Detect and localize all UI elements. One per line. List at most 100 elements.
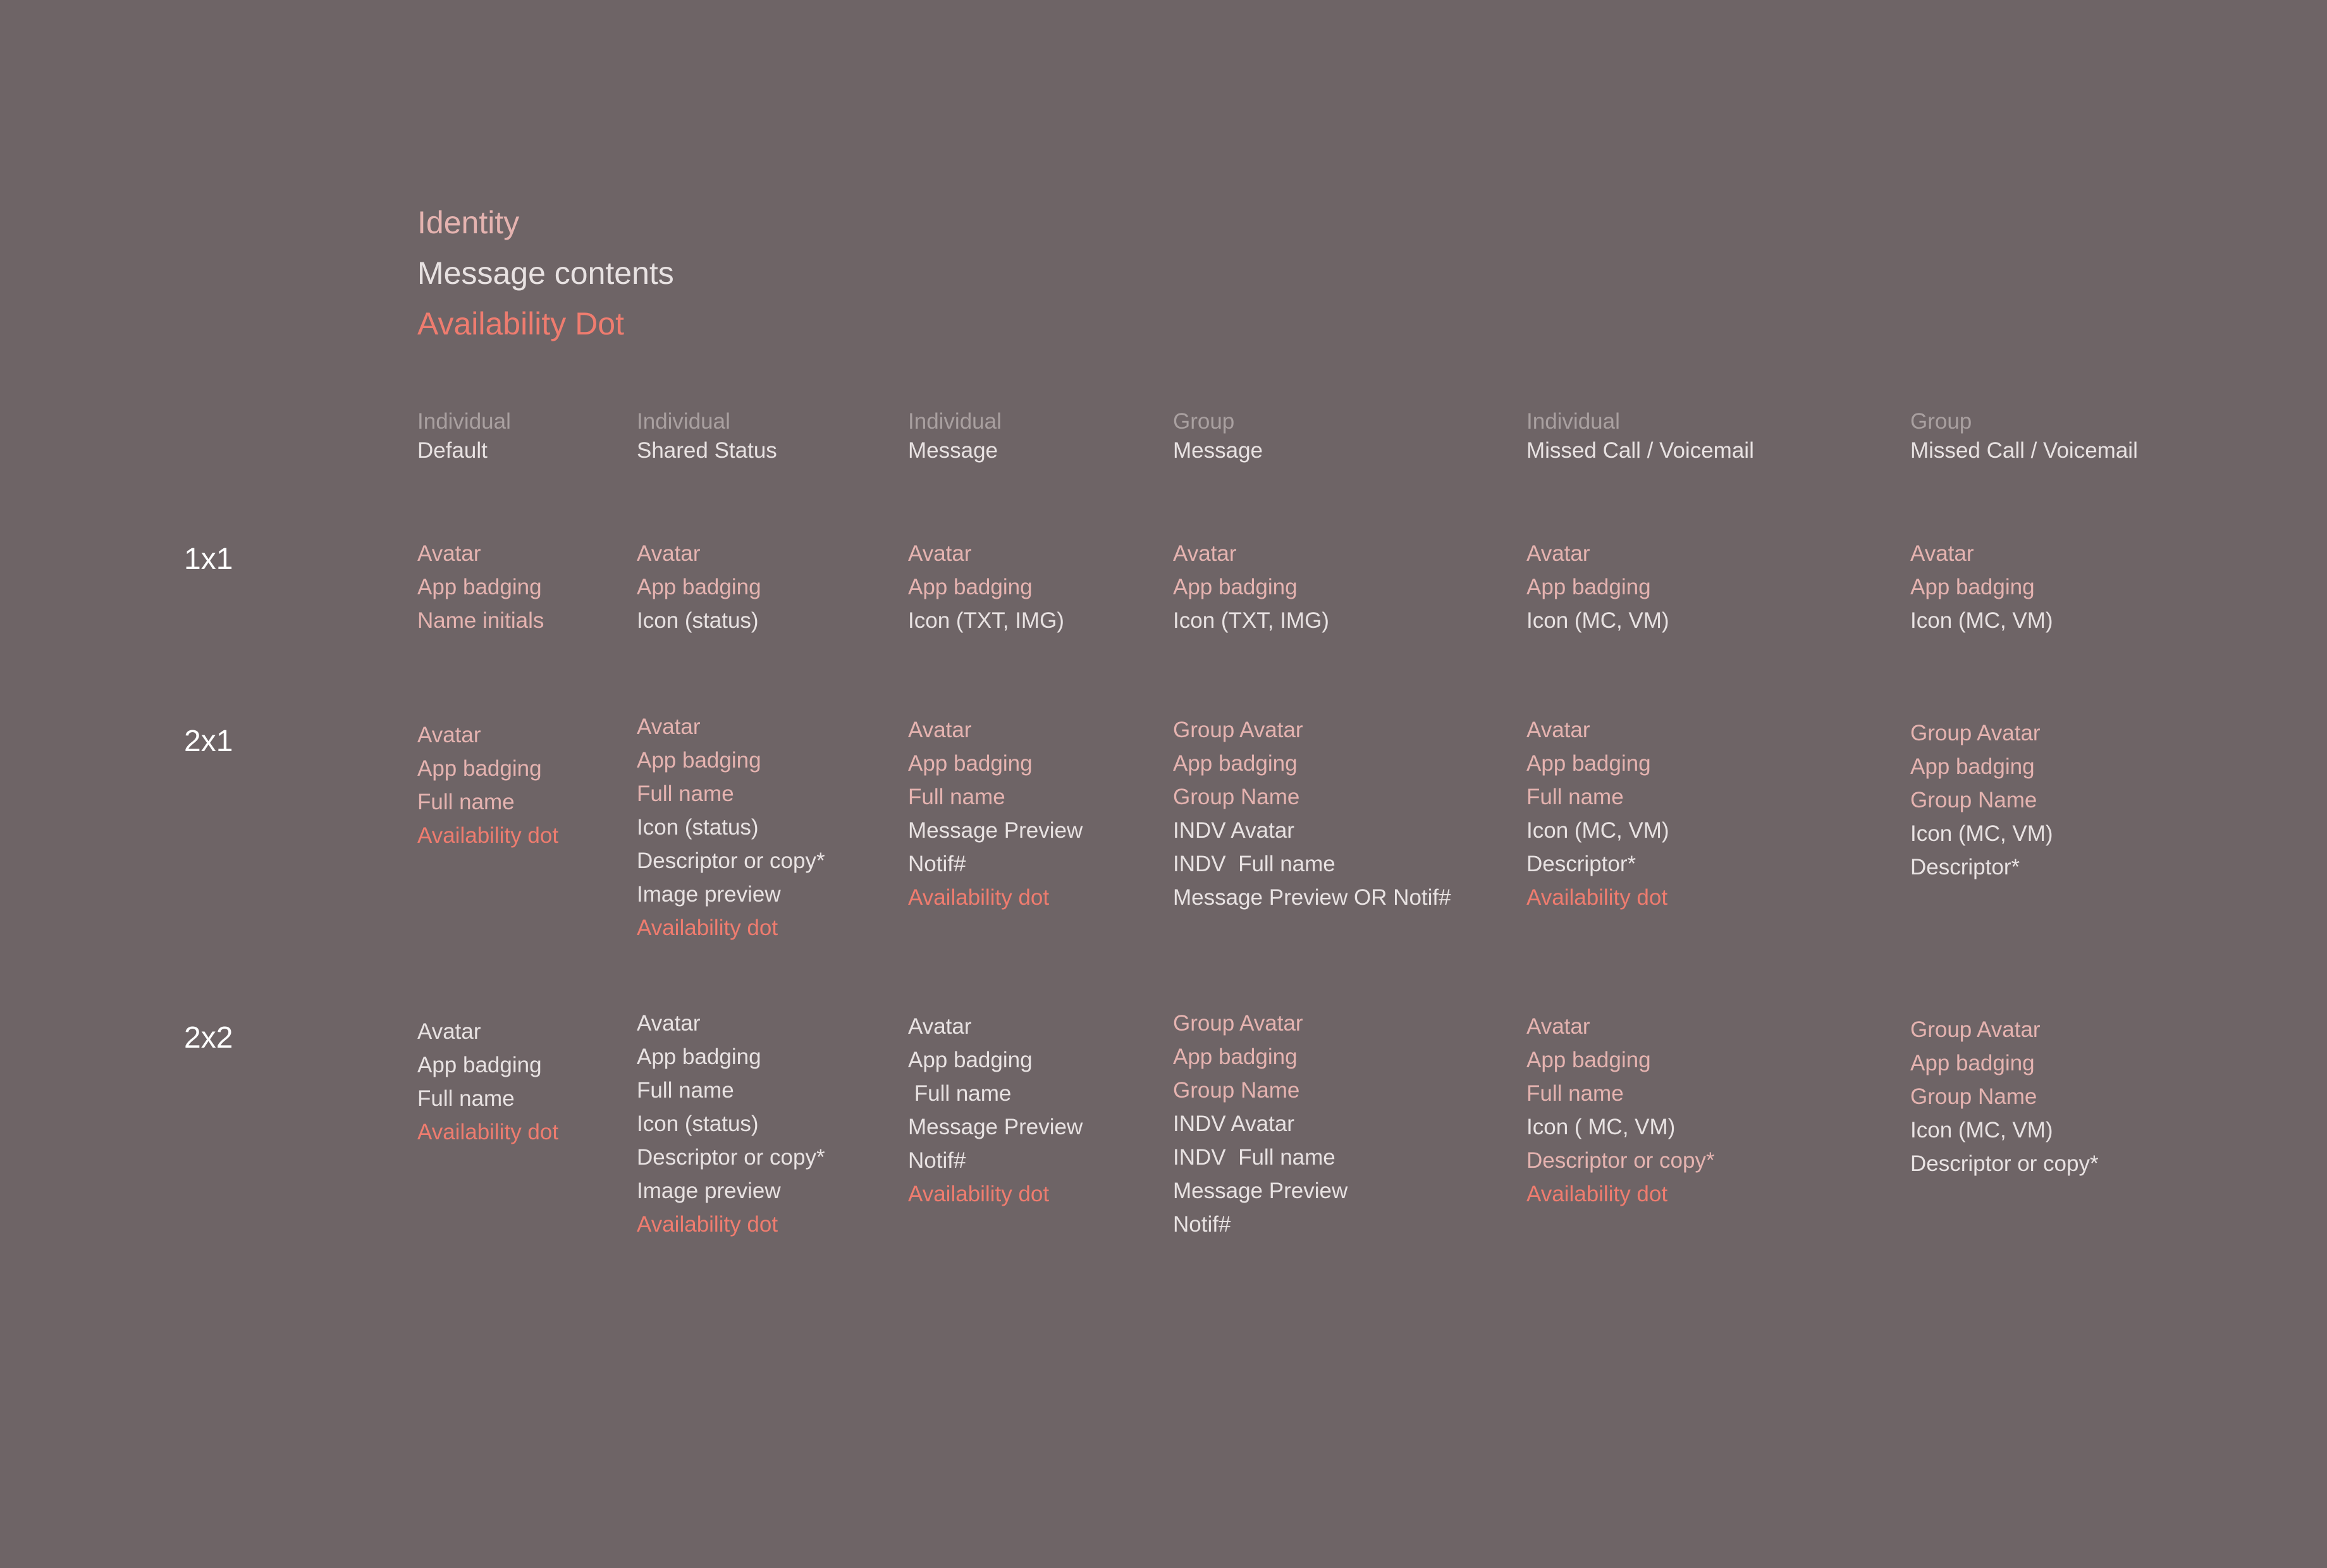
cell-item: Descriptor or copy* xyxy=(637,1145,825,1170)
column-type: Group xyxy=(1910,409,1972,434)
column-type: Group xyxy=(1173,409,1235,434)
column-type: Individual xyxy=(637,409,730,434)
cell-item: Group Avatar xyxy=(1910,721,2041,745)
column-header-group-missed-call: Group Missed Call / Voicemail xyxy=(1910,407,2138,465)
cell-item: Icon (MC, VM) xyxy=(1526,608,1669,633)
cell-item: Avatar xyxy=(637,1011,701,1036)
cell-item: Icon (TXT, IMG) xyxy=(1173,608,1329,633)
cell-item: App badging xyxy=(908,751,1033,776)
column-header-individual-message: Individual Message xyxy=(908,407,1002,465)
column-header-individual-missed-call: Individual Missed Call / Voicemail xyxy=(1526,407,1754,465)
cell-item: App badging xyxy=(1173,751,1298,776)
cell-item: Descriptor or copy* xyxy=(1526,1148,1715,1173)
cell-item: Icon (status) xyxy=(637,815,759,840)
cell-item: App badging xyxy=(417,575,542,599)
cell-item: Icon (status) xyxy=(637,608,759,633)
cell-item: Notif# xyxy=(1173,1212,1231,1237)
cell-item: Avatar xyxy=(1173,541,1237,566)
cell-2x2-col2: Avatar App badging Full name Icon (status) D… xyxy=(637,1007,825,1241)
column-header-individual-shared-status: Individual Shared Status xyxy=(637,407,777,465)
cell-2x1-col1: Avatar App badging Full name Availability d… xyxy=(417,718,558,852)
cell-item: App badging xyxy=(1173,1044,1298,1069)
column-header-individual-default: Individual Default xyxy=(417,407,511,465)
cell-item: Group Avatar xyxy=(1910,1017,2041,1042)
cell-item: App badging xyxy=(637,748,761,773)
cell-item: App badging xyxy=(1526,575,1651,599)
cell-item: Icon (MC, VM) xyxy=(1910,608,2053,633)
cell-1x1-col3: Avatar App badging Icon (TXT, IMG) xyxy=(908,537,1064,637)
cell-item: Full name xyxy=(1526,785,1624,809)
cell-item: Full name xyxy=(637,781,734,806)
cell-1x1-col4: Avatar App badging Icon (TXT, IMG) xyxy=(1173,537,1329,637)
cell-item: Full name xyxy=(908,1081,1012,1106)
cell-item: App badging xyxy=(908,575,1033,599)
cell-1x1-col5: Avatar App badging Icon (MC, VM) xyxy=(1526,537,1669,637)
cell-item: Availability dot xyxy=(637,1212,778,1237)
cell-item: App badging xyxy=(417,756,542,781)
cell-item: Availability dot xyxy=(417,1120,559,1144)
cell-2x1-col6: Group Avatar App badging Group Name Icon (M… xyxy=(1910,716,2053,884)
cell-item: Descriptor* xyxy=(1910,855,2020,879)
cell-item: Icon (TXT, IMG) xyxy=(908,608,1064,633)
cell-item: Descriptor or copy* xyxy=(637,848,825,873)
cell-item: Icon (MC, VM) xyxy=(1910,1118,2053,1142)
cell-item: Message Preview xyxy=(1173,1179,1348,1203)
cell-item: INDV Avatar xyxy=(1173,1112,1294,1136)
cell-item: App badging xyxy=(908,1048,1033,1072)
legend-identity: Identity xyxy=(417,205,520,240)
cell-2x2-col1: Avatar App badging Full name Availability d… xyxy=(417,1015,558,1149)
cell-item: Avatar xyxy=(637,541,701,566)
row-label-1x1: 1x1 xyxy=(184,542,233,576)
cell-item: Full name xyxy=(417,790,515,814)
column-name: Message xyxy=(908,438,998,463)
cell-item: Full name xyxy=(908,785,1005,809)
cell-item: Group Name xyxy=(1173,1078,1300,1103)
cell-1x1-col6: Avatar App badging Icon (MC, VM) xyxy=(1910,537,2053,637)
cell-item: App badging xyxy=(1910,575,2035,599)
cell-item: App badging xyxy=(1910,1051,2035,1075)
cell-item: App badging xyxy=(1526,1048,1651,1072)
cell-item: Avatar xyxy=(417,541,481,566)
column-name: Missed Call / Voicemail xyxy=(1910,438,2138,463)
cell-item: Full name xyxy=(1526,1081,1624,1106)
cell-item: Icon ( MC, VM) xyxy=(1526,1115,1676,1139)
cell-item: Icon (MC, VM) xyxy=(1910,821,2053,846)
cell-item: INDV Full name xyxy=(1173,1145,1335,1170)
cell-item: Avatar xyxy=(637,714,701,739)
cell-item: Group Avatar xyxy=(1173,1011,1303,1036)
cell-item: App badging xyxy=(637,1044,761,1069)
cell-2x1-col2: Avatar App badging Full name Icon (status) D… xyxy=(637,710,825,945)
row-label-2x2: 2x2 xyxy=(184,1021,233,1055)
cell-item: Avatar xyxy=(417,723,481,747)
cell-item: App badging xyxy=(1910,754,2035,779)
cell-1x1-col1: Avatar App badging Name initials xyxy=(417,537,544,637)
cell-item: Image preview xyxy=(637,882,781,907)
cell-item: Full name xyxy=(417,1086,515,1111)
cell-2x1-col5: Avatar App badging Full name Icon (MC, VM) D… xyxy=(1526,713,1669,914)
cell-item: Avatar xyxy=(1910,541,1974,566)
cell-item: Availability dot xyxy=(637,916,778,940)
cell-2x2-col3: Avatar App badging Full name Message Previ… xyxy=(908,1010,1083,1211)
legend-availability-dot: Availability Dot xyxy=(417,306,625,341)
cell-item: Icon (status) xyxy=(637,1112,759,1136)
cell-item: Availability dot xyxy=(1526,1182,1668,1206)
cell-2x2-col4: Group Avatar App badging Group Name INDV Av… xyxy=(1173,1007,1348,1241)
cell-item: Group Name xyxy=(1173,785,1300,809)
cell-2x1-col3: Avatar App badging Full name Message Previe… xyxy=(908,713,1083,914)
cell-item: Availability dot xyxy=(1526,885,1668,910)
cell-item: INDV Full name xyxy=(1173,852,1335,876)
column-name: Message xyxy=(1173,438,1263,463)
cell-item: Group Name xyxy=(1910,788,2037,812)
cell-item: App badging xyxy=(637,575,761,599)
cell-item: Availability dot xyxy=(908,1182,1050,1206)
cell-item: Avatar xyxy=(1526,541,1590,566)
cell-item: INDV Avatar xyxy=(1173,818,1294,843)
cell-item: Group Name xyxy=(1910,1084,2037,1109)
cell-item: Full name xyxy=(637,1078,734,1103)
column-name: Shared Status xyxy=(637,438,777,463)
cell-item: Avatar xyxy=(1526,1014,1590,1039)
cell-item: App badging xyxy=(1173,575,1298,599)
column-type: Individual xyxy=(1526,409,1620,434)
cell-item: Avatar xyxy=(908,541,972,566)
cell-2x1-col4: Group Avatar App badging Group Name INDV Av… xyxy=(1173,713,1451,914)
